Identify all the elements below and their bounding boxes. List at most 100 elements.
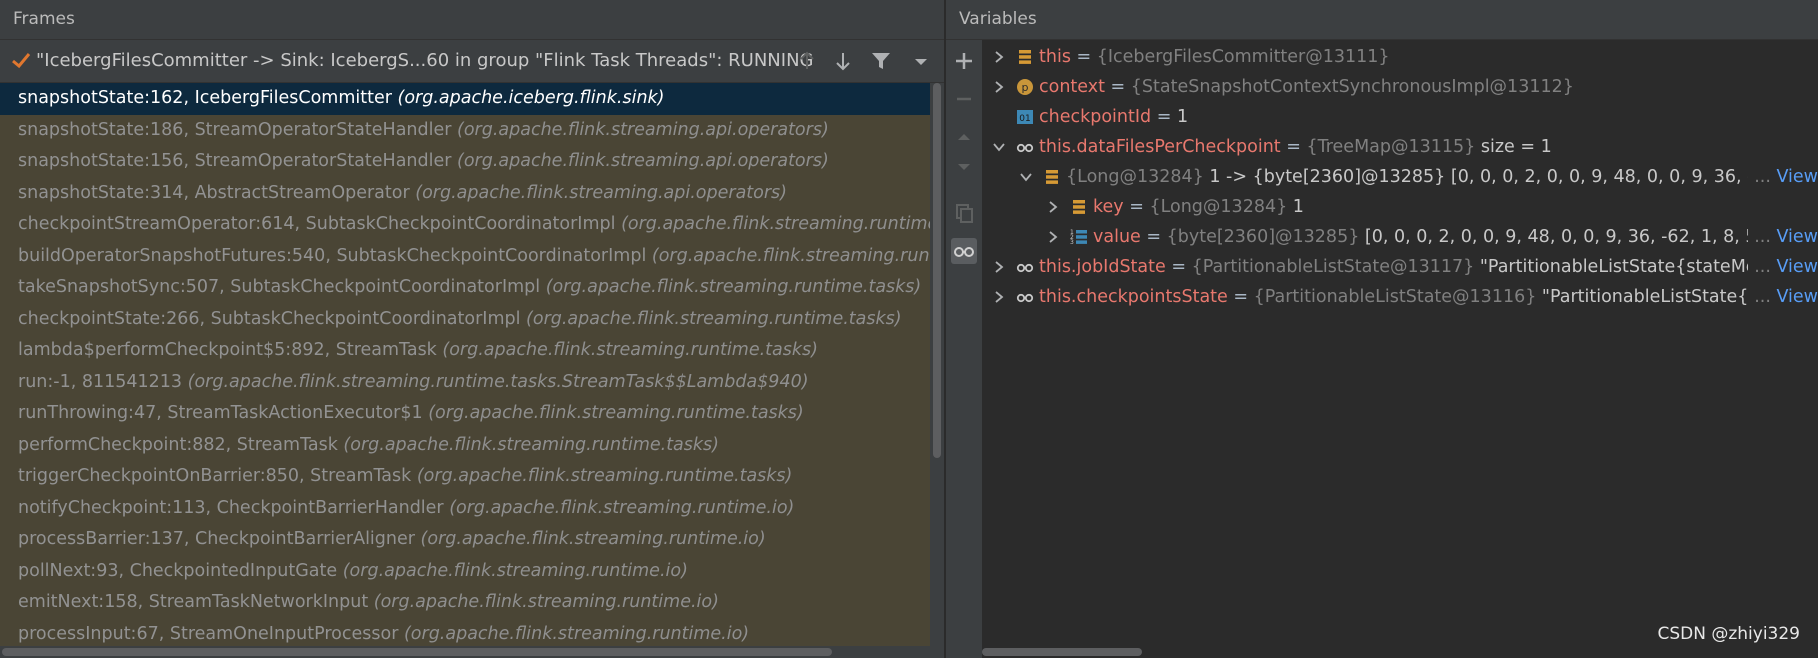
variables-title: Variables [959, 9, 1037, 29]
dropdown-icon[interactable] [910, 50, 932, 72]
up-icon[interactable] [951, 124, 977, 150]
stack-frame-row[interactable]: lambda$performCheckpoint$5:892, StreamTa… [0, 335, 930, 367]
stack-frame-row[interactable]: checkpointStreamOperator:614, SubtaskChe… [0, 209, 930, 241]
field-icon [1019, 50, 1031, 64]
frame-method: processInput:67, StreamOneInputProcessor [18, 623, 399, 644]
frame-package: (org.apache.iceberg.flink.sink) [391, 88, 665, 108]
variable-value: size = 1 [1475, 137, 1552, 157]
chevron-right-icon[interactable] [1046, 200, 1060, 214]
chevron-right-icon[interactable] [992, 50, 1006, 64]
chevron-down-icon[interactable] [992, 140, 1006, 154]
stack-frame-row[interactable]: performCheckpoint:882, StreamTask (org.a… [0, 430, 930, 462]
frames-horizontal-scroll-thumb[interactable] [2, 648, 832, 656]
frame-package: (org.apache.flink.streaming.runtime.ta [615, 214, 930, 234]
stack-frame-row[interactable]: runThrowing:47, StreamTaskActionExecutor… [0, 398, 930, 430]
stack-frame-row[interactable]: pollNext:93, CheckpointedInputGate (org.… [0, 556, 930, 588]
copy-icon[interactable] [951, 200, 977, 226]
variable-row[interactable]: 01 checkpointId = 1 [982, 102, 1818, 132]
variables-toolbar [946, 40, 983, 658]
arrow-up-icon[interactable] [796, 50, 818, 72]
frame-method: snapshotState:186, StreamOperatorStateHa… [18, 119, 452, 140]
frame-method: run:-1, 811541213 [18, 371, 183, 392]
arrow-down-icon[interactable] [832, 50, 854, 72]
stack-frame-row[interactable]: triggerCheckpointOnBarrier:850, StreamTa… [0, 461, 930, 493]
variable-value: [0, 0, 0, 2, 0, 0, 9, 48, 0, 0, 9, 36, -… [1359, 227, 1790, 247]
chevron-right-icon[interactable] [992, 290, 1006, 304]
frame-package: (org.apache.flink.streaming.runtime.task… [540, 277, 922, 297]
frames-vertical-scrollbar[interactable] [930, 83, 944, 646]
variable-row[interactable]: {Long@13284} 1 -> {byte[2360]@13285} [0,… [982, 162, 1818, 192]
frame-package: (org.apache.flink.streaming.runtime.io) [414, 529, 766, 549]
frame-method: pollNext:93, CheckpointedInputGate [18, 560, 338, 581]
chevron-down-icon[interactable] [1019, 170, 1033, 184]
variable-row[interactable]: key = {Long@13284} 1 [982, 192, 1818, 222]
chevron-right-icon[interactable] [1046, 230, 1060, 244]
view-link[interactable]: ... View [1748, 162, 1818, 192]
frame-method: snapshotState:156, StreamOperatorStateHa… [18, 151, 452, 171]
chevron-right-icon[interactable] [992, 80, 1006, 94]
variable-name: value [1093, 227, 1141, 247]
variable-equals: = [1165, 257, 1192, 277]
svg-text:3: 3 [1070, 239, 1074, 246]
remove-icon[interactable] [951, 86, 977, 112]
variable-type: {PartitionableListState@13116} [1253, 287, 1537, 307]
stack-frame-row[interactable]: takeSnapshotSync:507, SubtaskCheckpointC… [0, 272, 930, 304]
frame-package: (org.apache.flink.streaming.runtime.io) [443, 497, 795, 518]
stack-frame-row[interactable]: emitNext:158, StreamTaskNetworkInput (or… [0, 587, 930, 619]
view-link[interactable]: ... View [1748, 222, 1818, 252]
add-watch-icon[interactable] [951, 48, 977, 74]
watches-glasses-icon[interactable] [951, 238, 977, 264]
frame-package: (org.apache.flink.streaming.runtime.task… [436, 340, 818, 360]
variable-name: this.jobIdState [1039, 257, 1166, 277]
view-link-label[interactable]: View [1776, 257, 1818, 277]
variable-row[interactable]: this.checkpointsState = {PartitionableLi… [982, 282, 1818, 312]
variable-row[interactable]: p context = {StateSnapshotContextSynchron… [982, 72, 1818, 102]
stack-frame-row[interactable]: run:-1, 811541213 (org.apache.flink.stre… [0, 367, 930, 399]
variables-horizontal-scroll-thumb[interactable] [982, 648, 1142, 656]
stack-frame-row[interactable]: notifyCheckpoint:113, CheckpointBarrierH… [0, 493, 930, 525]
variable-row[interactable]: 1 2 3 value = {byte[2360]@13285} [0, 0, 0, … [982, 222, 1818, 252]
frame-method: snapshotState:162, IcebergFilesCommitter [18, 88, 392, 108]
frames-vertical-scroll-thumb[interactable] [933, 83, 941, 458]
frames-list[interactable]: snapshotState:162, IcebergFilesCommitter… [0, 83, 930, 646]
view-link[interactable]: ... View [1748, 282, 1818, 312]
frame-package: (org.apache.flink.streaming.runtime.io) [337, 560, 688, 581]
stack-frame-row[interactable]: snapshotState:156, StreamOperatorStateHa… [0, 146, 930, 178]
ellipsis: ... [1754, 287, 1777, 307]
filter-icon[interactable] [870, 50, 892, 72]
stack-frame-row[interactable]: processInput:67, StreamOneInputProcessor… [0, 619, 930, 647]
svg-text:p: p [1022, 81, 1029, 94]
down-icon[interactable] [951, 154, 977, 180]
variable-type: {Long@13284} [1066, 167, 1204, 187]
variable-row[interactable]: this = {IcebergFilesCommitter@13111} [982, 42, 1818, 72]
frame-method: triggerCheckpointOnBarrier:850, StreamTa… [18, 466, 412, 486]
view-link-label[interactable]: View [1776, 227, 1818, 247]
variable-type: {TreeMap@13115} [1306, 137, 1476, 157]
stack-frame-row[interactable]: snapshotState:186, StreamOperatorStateHa… [0, 115, 930, 147]
stack-frame-row[interactable]: buildOperatorSnapshotFutures:540, Subtas… [0, 241, 930, 273]
frames-horizontal-scrollbar[interactable] [0, 646, 944, 658]
view-link-label[interactable]: View [1776, 167, 1818, 187]
stack-frame-row[interactable]: snapshotState:162, IcebergFilesCommitter… [0, 83, 930, 115]
stack-frame-row[interactable]: checkpointState:266, SubtaskCheckpointCo… [0, 304, 930, 336]
stack-frame-row[interactable]: processBarrier:137, CheckpointBarrierAli… [0, 524, 930, 556]
variable-row[interactable]: this.jobIdState = {PartitionableListStat… [982, 252, 1818, 282]
variable-text: checkpointId = 1 [1039, 102, 1188, 132]
thread-label[interactable]: "IcebergFilesCommitter -> Sink: IcebergS… [36, 50, 813, 71]
variables-horizontal-scrollbar[interactable] [982, 646, 1818, 658]
stack-frame-row[interactable]: snapshotState:314, AbstractStreamOperato… [0, 178, 930, 210]
variables-tree[interactable]: this = {IcebergFilesCommitter@13111} p con… [982, 40, 1818, 646]
variable-name: context [1039, 77, 1105, 97]
variables-panel: Variables this = {IcebergFilesCommitter@… [946, 0, 1818, 658]
view-link[interactable]: ... View [1748, 252, 1818, 282]
variable-row[interactable]: this.dataFilesPerCheckpoint = {TreeMap@1… [982, 132, 1818, 162]
svg-text:01: 01 [1019, 114, 1030, 124]
field-icon [1046, 170, 1058, 184]
thread-selector[interactable]: "IcebergFilesCommitter -> Sink: IcebergS… [0, 41, 944, 83]
variable-equals: = [1227, 287, 1254, 307]
watch-glasses-icon [1016, 143, 1034, 153]
variable-type: {StateSnapshotContextSynchronousImpl@131… [1130, 77, 1574, 97]
variable-value: "PartitionableListState{sta [1536, 287, 1776, 307]
view-link-label[interactable]: View [1776, 287, 1818, 307]
chevron-right-icon[interactable] [992, 260, 1006, 274]
